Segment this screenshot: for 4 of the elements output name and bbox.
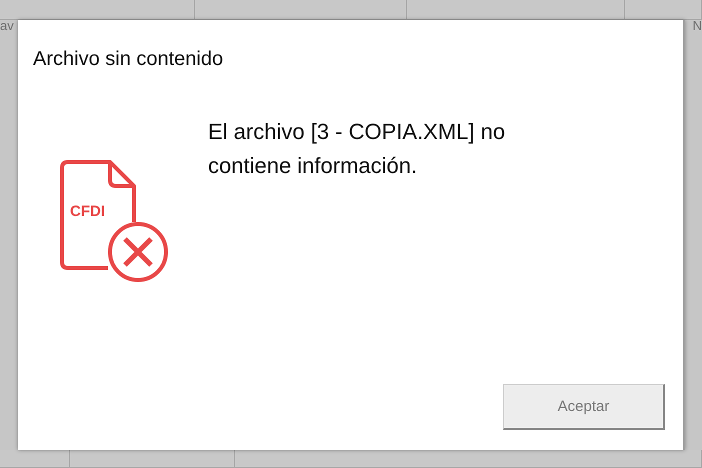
dialog-title: Archivo sin contenido <box>33 48 224 71</box>
column-header: N <box>692 18 702 32</box>
column-header: av <box>0 18 14 32</box>
message-text: El archivo [3 - COPIA.XML] no contiene información. <box>208 118 506 180</box>
